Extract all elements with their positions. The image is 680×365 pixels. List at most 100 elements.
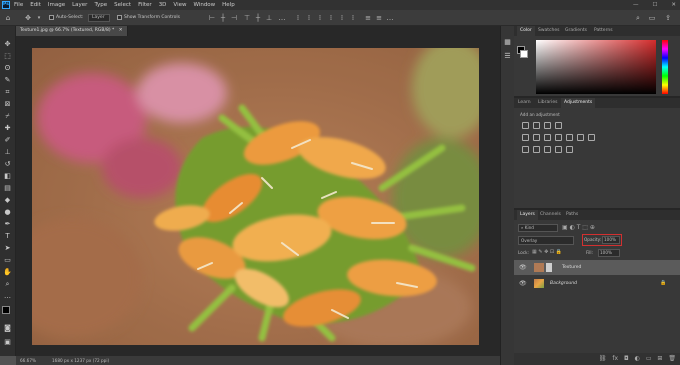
history-panel-icon[interactable]: ▦ <box>503 38 512 47</box>
auto-select-dropdown[interactable]: Layer <box>88 14 110 22</box>
tab-adjustments[interactable]: Adjustments <box>561 98 596 108</box>
foreground-color-swatch[interactable] <box>2 306 10 314</box>
lock-icons[interactable]: ▦ ✎ ✥ ⊡ 🔒 <box>532 249 562 255</box>
hue-saturation-icon[interactable] <box>533 134 540 141</box>
tab-layers[interactable]: Layers <box>517 210 538 220</box>
menu-type[interactable]: Type <box>94 0 107 10</box>
zoom-tool-icon[interactable]: ⌕ <box>3 280 12 289</box>
distribute-4-icon[interactable]: ⁞ <box>327 14 335 22</box>
minimize-button[interactable]: — <box>633 0 639 10</box>
rectangle-tool-icon[interactable]: ▭ <box>3 256 12 265</box>
fill-input[interactable]: 100% <box>598 249 620 257</box>
eraser-tool-icon[interactable]: ◧ <box>3 172 12 181</box>
distribute-6-icon[interactable]: ⁞ <box>349 14 357 22</box>
mask-icon[interactable]: ◘ <box>624 355 629 362</box>
tab-color[interactable]: Color <box>517 26 535 36</box>
posterize-icon[interactable] <box>533 146 540 153</box>
zoom-level[interactable]: 66.67% <box>20 356 36 365</box>
invert-icon[interactable] <box>522 146 529 153</box>
brush-tool-icon[interactable]: ✐ <box>3 136 12 145</box>
document-info[interactable]: 1680 px x 1237 px (72 ppi) <box>52 356 109 365</box>
black-white-icon[interactable] <box>555 134 562 141</box>
menu-layer[interactable]: Layer <box>72 0 87 10</box>
visibility-eye-icon[interactable]: 👁 <box>519 276 527 291</box>
threshold-icon[interactable] <box>544 146 551 153</box>
levels-icon[interactable] <box>533 122 540 129</box>
photo-filter-icon[interactable] <box>566 134 573 141</box>
screen-mode-icon[interactable]: ▣ <box>3 338 12 347</box>
maximize-button[interactable]: ☐ <box>652 0 657 10</box>
properties-panel-icon[interactable]: ☰ <box>503 52 512 61</box>
distribute-8-icon[interactable]: ≡ <box>375 14 383 22</box>
group-icon[interactable]: ▭ <box>646 355 652 362</box>
new-layer-icon[interactable]: ⊞ <box>657 355 662 362</box>
exposure-icon[interactable] <box>555 122 562 129</box>
tab-libraries[interactable]: Libraries <box>538 98 557 108</box>
close-tab-icon[interactable]: ✕ <box>119 28 123 33</box>
close-button[interactable]: ✕ <box>671 0 676 10</box>
tab-patterns[interactable]: Patterns <box>594 26 613 36</box>
distribute-7-icon[interactable]: ≡ <box>364 14 372 22</box>
menu-filter[interactable]: Filter <box>138 0 152 10</box>
tab-learn[interactable]: Learn <box>518 98 531 108</box>
menu-file[interactable]: File <box>14 0 23 10</box>
show-transform-checkbox[interactable] <box>117 15 122 20</box>
adjustment-layer-icon[interactable]: ◐ <box>635 355 640 362</box>
fx-icon[interactable]: fx <box>612 355 618 362</box>
history-brush-tool-icon[interactable]: ↺ <box>3 160 12 169</box>
more-options-icon[interactable]: … <box>278 14 286 22</box>
chevron-down-icon[interactable]: ▾ <box>35 14 43 22</box>
blend-mode-dropdown[interactable]: Overlay <box>518 236 574 245</box>
distribute-5-icon[interactable]: ⁞ <box>338 14 346 22</box>
distribute-3-icon[interactable]: ⁞ <box>316 14 324 22</box>
share-icon[interactable]: ⇪ <box>664 14 672 22</box>
crop-tool-icon[interactable]: ⌗ <box>3 88 12 97</box>
align-bottom-icon[interactable]: ⊥ <box>265 14 273 22</box>
marquee-tool-icon[interactable]: ⬚ <box>3 52 12 61</box>
layer-filter-icons[interactable]: ▣ ◐ T ⬚ ⊕ <box>562 224 595 231</box>
blur-tool-icon[interactable]: ◆ <box>3 196 12 205</box>
move-tool-icon[interactable]: ✥ <box>3 40 12 49</box>
layer-kind-filter[interactable]: ⌕ Kind <box>518 224 558 232</box>
link-layers-icon[interactable]: ⛓ <box>599 355 607 362</box>
menu-select[interactable]: Select <box>114 0 131 10</box>
gradient-tool-icon[interactable]: ▤ <box>3 184 12 193</box>
workspace-icon[interactable]: ▭ <box>648 14 656 22</box>
menu-3d[interactable]: 3D <box>159 0 167 10</box>
layer-row-textured[interactable]: 👁 Textured <box>514 260 680 275</box>
document-tab[interactable]: Texture1.jpg @ 66.7% (Textured, RGB/8) *… <box>16 26 128 36</box>
align-center-icon[interactable]: ┼ <box>219 14 227 22</box>
color-balance-icon[interactable] <box>544 134 551 141</box>
align-middle-icon[interactable]: ┼ <box>254 14 262 22</box>
align-right-icon[interactable]: ⊣ <box>230 14 238 22</box>
dodge-tool-icon[interactable]: ● <box>3 208 12 217</box>
path-selection-tool-icon[interactable]: ➤ <box>3 244 12 253</box>
visibility-eye-icon[interactable]: 👁 <box>519 260 527 275</box>
menu-window[interactable]: Window <box>193 0 215 10</box>
hue-slider[interactable] <box>662 40 668 94</box>
delete-layer-icon[interactable]: 🗑 <box>668 355 676 362</box>
healing-brush-tool-icon[interactable]: ✚ <box>3 124 12 133</box>
align-top-icon[interactable]: ⊤ <box>243 14 251 22</box>
frame-tool-icon[interactable]: ⊠ <box>3 100 12 109</box>
hand-tool-icon[interactable]: ✋ <box>3 268 12 277</box>
selective-color-icon[interactable] <box>566 146 573 153</box>
channel-mixer-icon[interactable] <box>577 134 584 141</box>
home-icon[interactable]: ⌂ <box>4 14 12 22</box>
lasso-tool-icon[interactable]: ʘ <box>3 64 12 73</box>
canvas-image[interactable] <box>32 48 479 345</box>
vibrance-icon[interactable] <box>522 134 529 141</box>
brightness-contrast-icon[interactable] <box>522 122 529 129</box>
layer-row-background[interactable]: 👁 Background 🔒 <box>514 276 680 291</box>
curves-icon[interactable] <box>544 122 551 129</box>
align-left-icon[interactable]: ⊢ <box>208 14 216 22</box>
quick-select-tool-icon[interactable]: ✎ <box>3 76 12 85</box>
quick-mask-icon[interactable]: ◙ <box>3 324 12 333</box>
opacity-input[interactable]: 100% <box>602 236 620 244</box>
distribute-1-icon[interactable]: ⁞ <box>294 14 302 22</box>
gradient-map-icon[interactable] <box>555 146 562 153</box>
tab-channels[interactable]: Channels <box>540 210 561 220</box>
menu-image[interactable]: Image <box>48 0 65 10</box>
menu-edit[interactable]: Edit <box>30 0 41 10</box>
more-tools-icon[interactable]: … <box>3 292 12 301</box>
